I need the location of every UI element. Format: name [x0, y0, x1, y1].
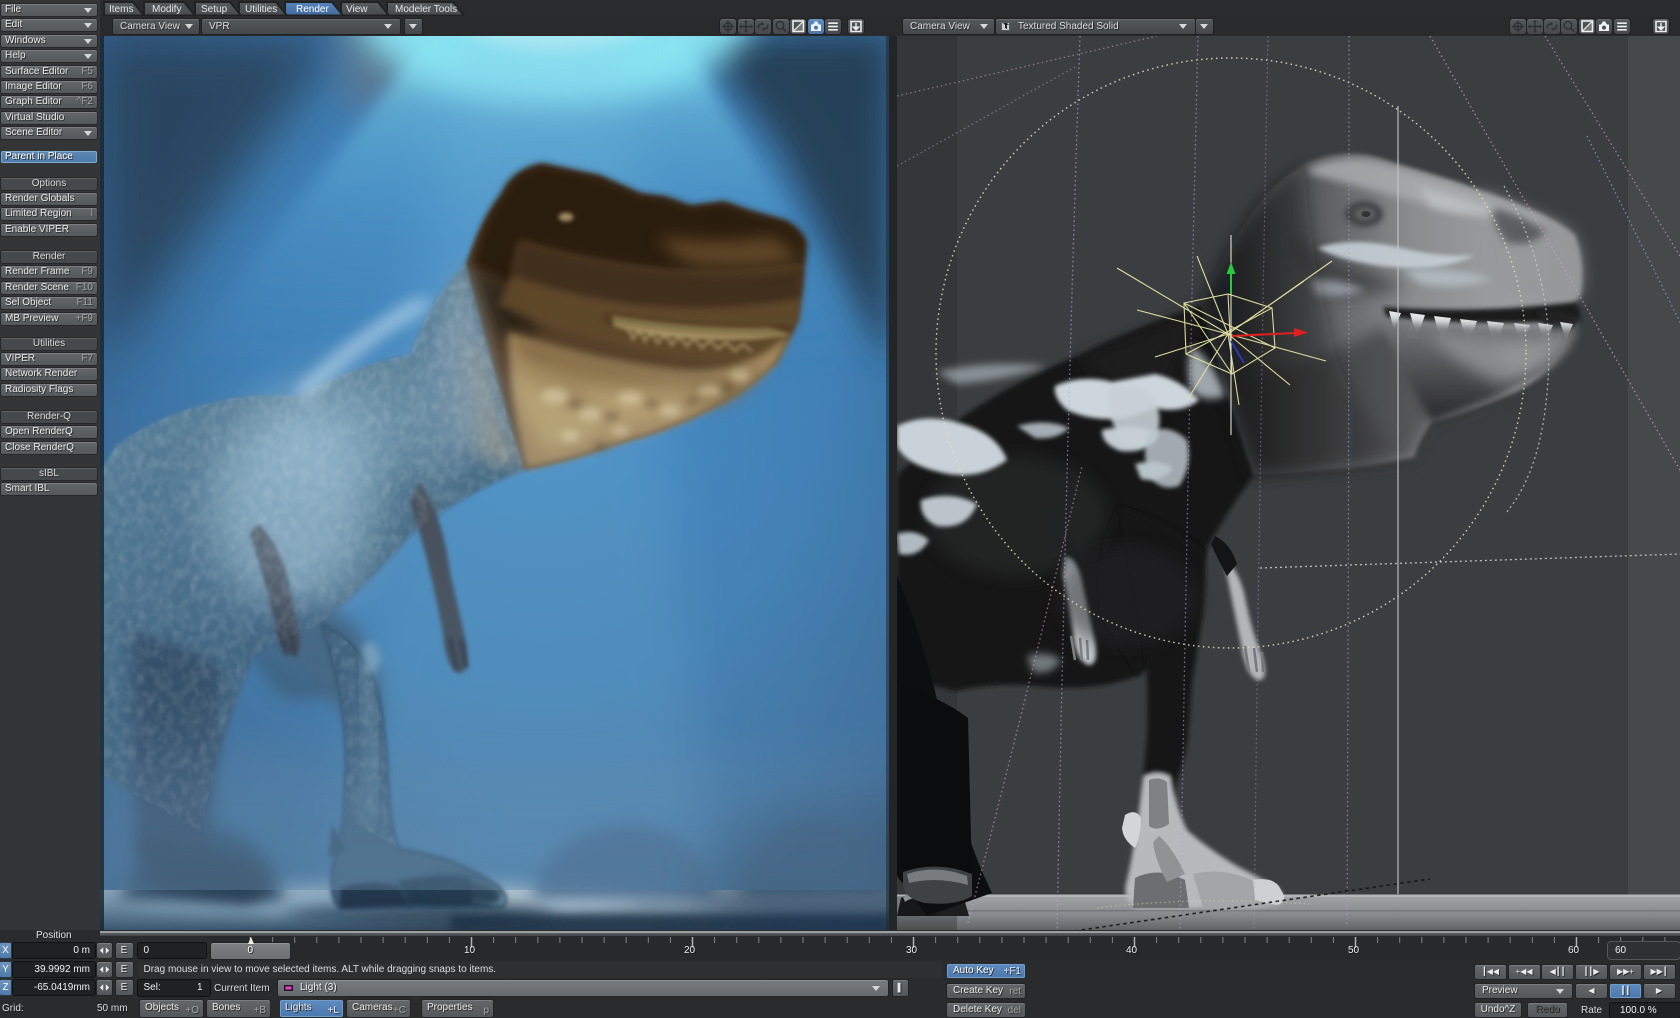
svg-text:View: View	[346, 4, 368, 15]
svg-text:Utilities: Utilities	[245, 4, 277, 15]
svg-text:Render: Render	[296, 4, 329, 15]
svg-text:Modeler Tools: Modeler Tools	[395, 4, 457, 15]
svg-text:Items: Items	[109, 4, 133, 15]
svg-text:Modify: Modify	[152, 4, 181, 15]
svg-text:Setup: Setup	[201, 4, 228, 15]
